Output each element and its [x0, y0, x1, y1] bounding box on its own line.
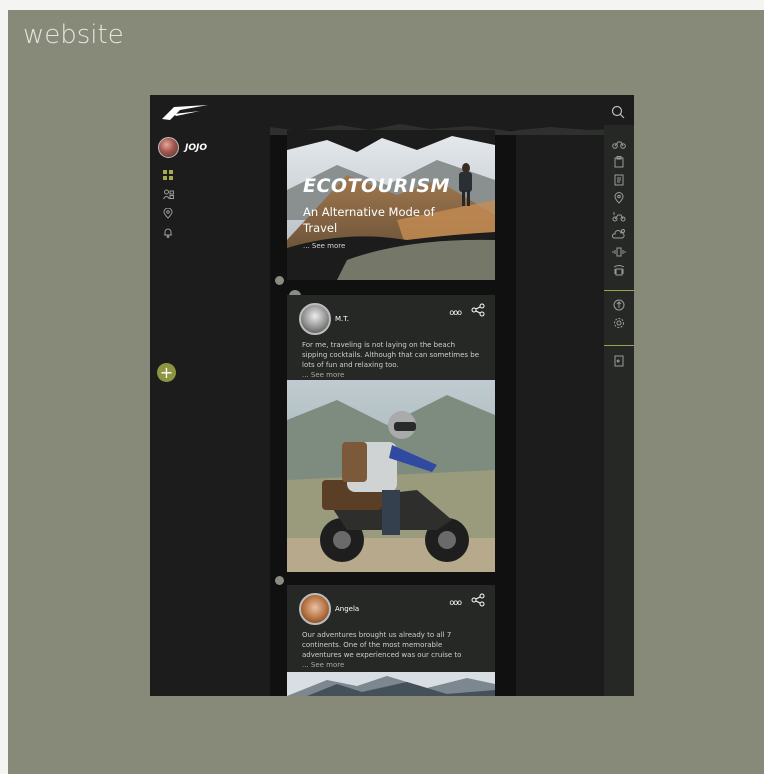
motorcycle-photo — [287, 380, 495, 572]
see-more-link[interactable]: ... See more — [302, 661, 344, 669]
post-photo[interactable] — [287, 380, 495, 572]
app-window: JOJO + ECOTOURISM An Alternative Mode of… — [150, 95, 634, 696]
logout-icon[interactable] — [612, 354, 626, 368]
motorcycle-icon[interactable] — [612, 137, 626, 151]
avatar[interactable] — [299, 593, 331, 625]
user-profile[interactable]: JOJO — [158, 137, 207, 158]
route-icon[interactable] — [612, 209, 626, 223]
left-sidebar: JOJO + — [150, 95, 270, 696]
hero-card[interactable]: ECOTOURISM An Alternative Mode of Travel… — [287, 130, 495, 280]
see-more-link[interactable]: ... See more — [302, 371, 344, 379]
canvas-frame: website JOJO + ECOTOURISM An Alternative… — [8, 10, 764, 774]
more-options-icon[interactable]: ooo — [449, 598, 462, 607]
frame-label: website — [23, 20, 124, 50]
post-card: Angela ooo Our adventures brought us alr… — [287, 585, 495, 672]
username: JOJO — [185, 142, 207, 153]
post-author[interactable]: Angela — [299, 593, 359, 625]
avatar[interactable] — [158, 137, 179, 158]
timeline-dot — [275, 276, 284, 285]
radio-icon[interactable] — [612, 263, 626, 277]
grid-icon[interactable] — [162, 169, 174, 181]
post-text: Our adventures brought us already to all… — [302, 630, 482, 670]
post-author[interactable]: M.T. — [299, 303, 349, 335]
share-icon[interactable] — [471, 593, 485, 607]
avatar[interactable] — [299, 303, 331, 335]
vibration-icon[interactable] — [612, 245, 626, 259]
clipboard-icon[interactable] — [612, 155, 626, 169]
brand-logo[interactable] — [160, 102, 210, 124]
share-icon[interactable] — [471, 303, 485, 317]
hero-title: ECOTOURISM — [303, 175, 450, 197]
post-photo[interactable] — [287, 672, 495, 696]
separator — [604, 345, 634, 346]
post-card: M.T. ooo For me, traveling is not laying… — [287, 295, 495, 380]
post-author-name: Angela — [335, 605, 360, 613]
search-icon[interactable] — [611, 105, 625, 119]
post-body: For me, traveling is not laying on the b… — [302, 341, 480, 369]
add-post-button[interactable]: + — [157, 363, 176, 382]
timeline-dot — [275, 576, 284, 585]
post-body: Our adventures brought us already to all… — [302, 631, 462, 659]
right-sidebar — [604, 125, 634, 696]
users-icon[interactable] — [162, 188, 174, 200]
more-options-icon[interactable]: ooo — [449, 308, 462, 317]
bell-icon[interactable] — [162, 226, 174, 238]
post-author-name: M.T. — [335, 315, 349, 323]
document-icon[interactable] — [612, 173, 626, 187]
hero-subtitle: An Alternative Mode of Travel — [303, 205, 435, 235]
upload-icon[interactable] — [612, 298, 626, 312]
separator — [604, 290, 634, 291]
location-pin-icon[interactable] — [612, 191, 626, 205]
post-text: For me, traveling is not laying on the b… — [302, 340, 482, 380]
weather-icon[interactable] — [612, 227, 626, 241]
hero-see-more-link[interactable]: ... See more — [303, 242, 345, 250]
settings-icon[interactable] — [612, 316, 626, 330]
mountain-photo — [287, 672, 495, 696]
location-pin-icon[interactable] — [162, 207, 174, 219]
